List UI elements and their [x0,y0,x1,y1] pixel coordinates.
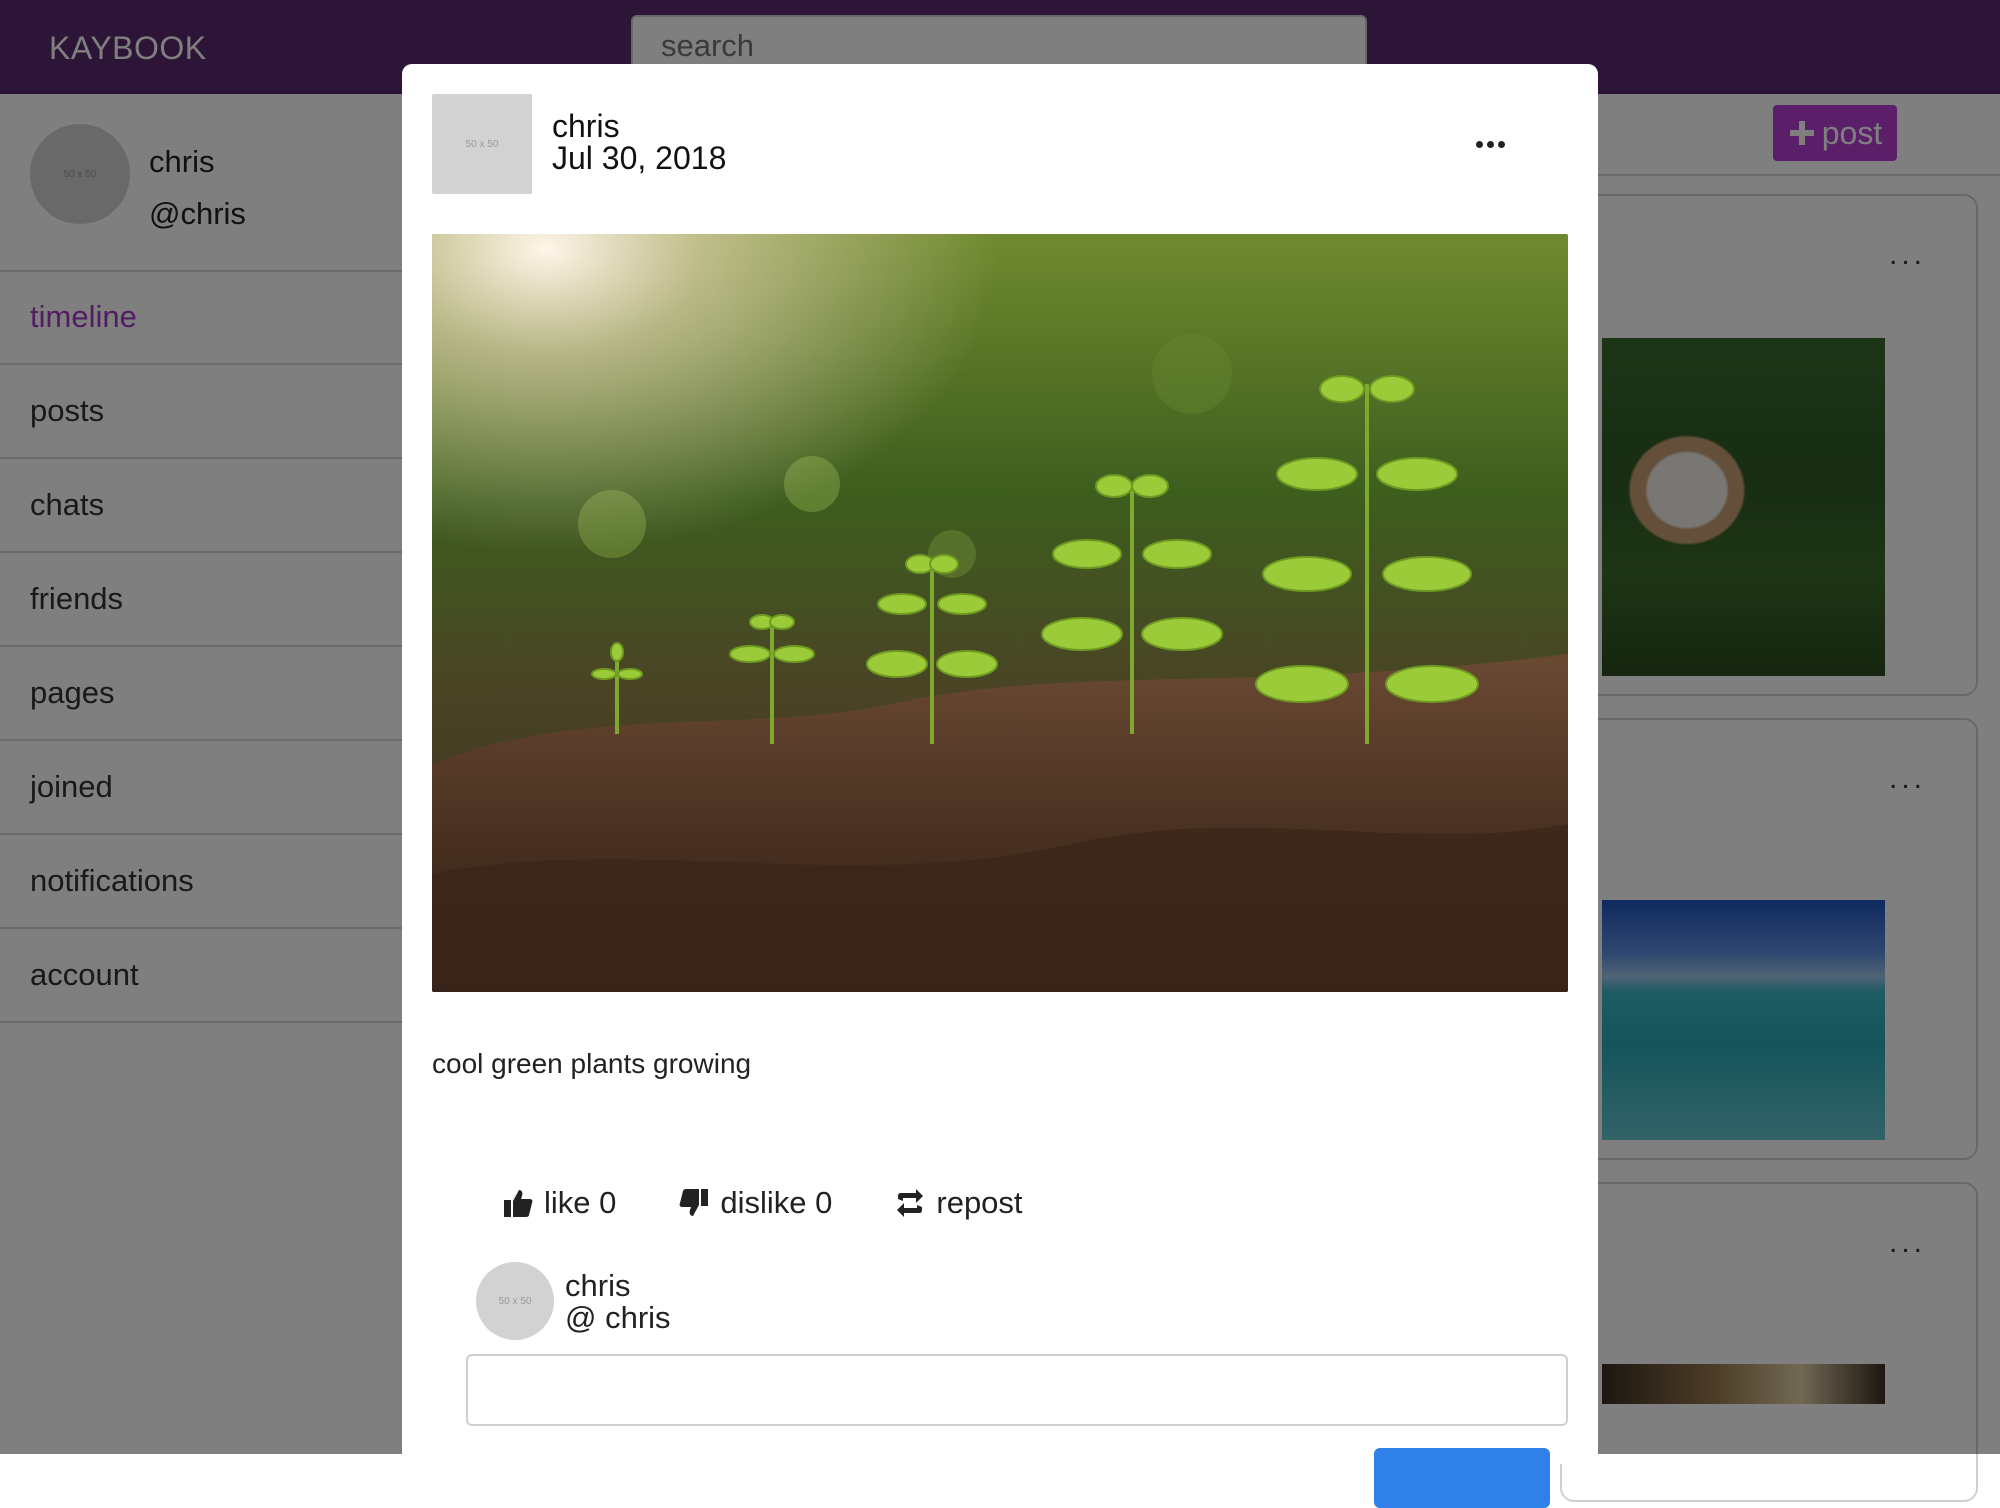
repost-label: repost [936,1185,1023,1220]
post-image [432,234,1568,992]
avatar-placeholder-text: 50 x 50 [498,1295,532,1307]
commenter-avatar: 50 x 50 [476,1262,554,1340]
post-modal: 50 x 50 chris Jul 30, 2018 cool green pl… [402,64,1598,1508]
commenter-name: chris [565,1268,631,1303]
thumbs-up-icon [504,1190,533,1217]
author-avatar[interactable]: 50 x 50 [432,94,532,194]
submit-comment-button[interactable] [1374,1448,1550,1508]
dislike-button[interactable]: dislike 0 [678,1185,832,1221]
like-button[interactable]: like 0 [502,1185,616,1221]
thumbs-down-icon [679,1189,709,1216]
retweet-icon [897,1189,924,1217]
comment-input[interactable] [466,1354,1568,1426]
post-caption: cool green plants growing [432,1048,752,1079]
repost-button[interactable]: repost [894,1185,1023,1221]
post-actions: like 0 dislike 0 repost [502,1178,1023,1228]
post-date: Jul 30, 2018 [552,140,727,176]
like-label: like 0 [544,1185,617,1220]
seedlings-image [432,234,1568,992]
avatar-placeholder-text: 50 x 50 [465,138,499,150]
dislike-label: dislike 0 [720,1185,833,1220]
commenter-handle: @ chris [565,1300,671,1335]
ellipsis-icon[interactable] [1460,122,1520,166]
